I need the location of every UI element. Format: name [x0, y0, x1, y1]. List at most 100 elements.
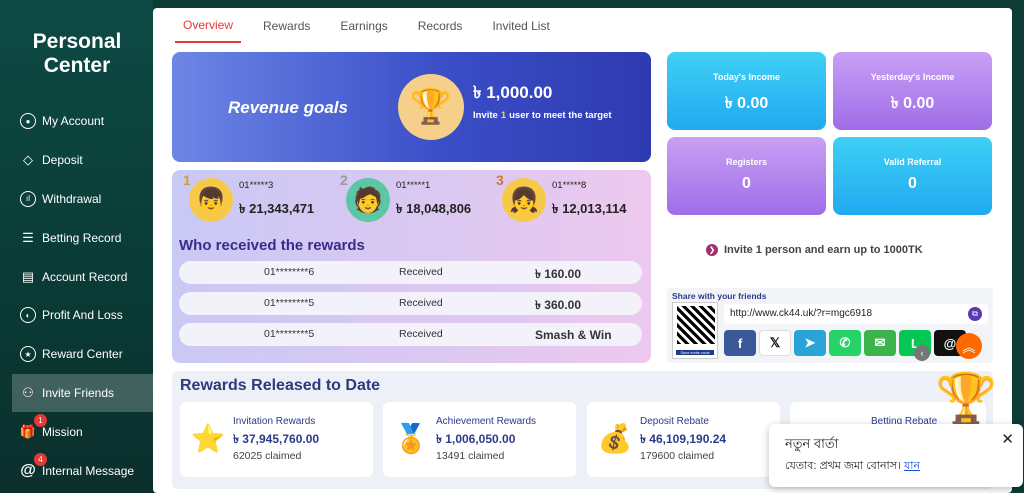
share-sms-button[interactable]: ✉: [864, 330, 896, 356]
toast-title: নতুন বার্তা: [785, 436, 839, 451]
card-value: ৳ 37,945,760.00: [233, 432, 320, 446]
copy-icon[interactable]: ⧉: [968, 307, 982, 321]
sidebar-menu: ● My Account ◇ Deposit ıl Withdrawal ☰ Betti…: [12, 102, 153, 490]
sidebar-item-label: Invite Friends: [42, 385, 115, 400]
sidebar-item-profit-loss[interactable]: ◐ Profit And Loss: [12, 296, 153, 335]
avatar: 3 👧: [496, 172, 546, 222]
stat-value: 0: [908, 175, 917, 192]
carousel-dot-icon[interactable]: ‹: [914, 345, 930, 361]
top-winner-3: 3 👧 01*****8 ৳ 12,013,114: [496, 172, 627, 222]
card-title: Achievement Rewards: [436, 416, 537, 427]
reward-amount: ৳ 360.00: [535, 298, 582, 312]
share-whatsapp-button[interactable]: ✆: [829, 330, 861, 356]
reward-phone: 01********5: [264, 297, 315, 309]
reward-status: Received: [399, 266, 443, 278]
tab-records[interactable]: Records: [410, 8, 471, 43]
share-panel: Share with your friends Save invite code…: [667, 288, 993, 363]
account-record-icon: ▤: [21, 268, 35, 284]
yesterdays-income-card: Yesterday's Income ৳ 0.00: [833, 52, 992, 130]
winner-phone: 01*****8: [552, 179, 587, 191]
reward-phone: 01********6: [264, 266, 315, 278]
sidebar-item-withdrawal[interactable]: ıl Withdrawal: [12, 180, 153, 219]
invite-note: ❯ Invite 1 person and earn up to 1000TK: [706, 244, 923, 256]
sidebar-item-label: Betting Record: [42, 230, 122, 245]
card-title: Deposit Rebate: [640, 416, 709, 427]
card-title: Invitation Rewards: [233, 416, 316, 427]
winner-phone: 01*****1: [396, 179, 431, 191]
achievement-rewards-card: 🏅 Achievement Rewards ৳ 1,006,050.00 13491 …: [383, 402, 576, 477]
revenue-label: Revenue goals: [228, 98, 348, 117]
invite-count: 1: [500, 110, 507, 121]
medal-icon: 🏅: [393, 422, 429, 454]
sidebar-item-betting-record[interactable]: ☰ Betting Record: [12, 218, 153, 257]
toast-link[interactable]: যান: [904, 460, 920, 472]
scroll-to-top-button[interactable]: ︽: [956, 333, 982, 359]
invite-prefix: Invite: [473, 110, 498, 121]
star-icon: ⭐: [190, 422, 226, 454]
gift-trophy-icon[interactable]: 🏆: [935, 370, 997, 429]
revenue-amount: ৳ 1,000.00: [473, 83, 553, 102]
deposit-icon: ◇: [23, 152, 33, 168]
close-icon[interactable]: ✕: [1001, 430, 1014, 448]
qr-code[interactable]: Save invite code: [672, 302, 718, 359]
chevron-right-icon: ❯: [706, 244, 718, 256]
winner-phone: 01*****3: [239, 179, 274, 191]
sidebar-item-label: Mission: [42, 424, 83, 439]
valid-referral-card: Valid Referral 0: [833, 137, 992, 215]
sidebar-item-internal-message[interactable]: @4 Internal Message: [12, 451, 153, 490]
stat-value: ৳ 0.00: [890, 95, 935, 112]
tab-rewards[interactable]: Rewards: [255, 8, 318, 43]
share-telegram-button[interactable]: ➤: [794, 330, 826, 356]
stat-label: Registers: [725, 157, 768, 167]
share-title: Share with your friends: [672, 291, 767, 301]
rank-label: 3: [496, 172, 504, 188]
qr-pattern: [677, 306, 715, 344]
share-facebook-button[interactable]: f: [724, 330, 756, 356]
stat-value: 0: [742, 175, 751, 192]
invite-friends-icon: ⚇: [22, 384, 34, 400]
sidebar-item-label: Deposit: [42, 153, 83, 168]
invite-url: http://www.ck44.uk/?r=mgc6918: [730, 308, 873, 319]
qr-caption: Save invite code: [676, 350, 714, 355]
avatar: 1 👦: [183, 172, 233, 222]
stat-label: Today's Income: [713, 72, 780, 82]
invitation-rewards-card: ⭐ Invitation Rewards ৳ 37,945,760.00 62025 …: [180, 402, 373, 477]
toast-body: যেতাব: প্রথম জমা বোনাস। যান: [785, 457, 920, 476]
winner-amount: ৳ 18,048,806: [396, 200, 472, 216]
share-x-button[interactable]: 𝕏: [759, 330, 791, 356]
winner-amount: ৳ 21,343,471: [239, 200, 315, 216]
double-chevron-up-icon: ︽: [962, 339, 976, 355]
stat-label: Valid Referral: [883, 157, 942, 167]
tab-overview[interactable]: Overview: [175, 8, 242, 43]
sidebar-item-reward-center[interactable]: ★ Reward Center: [12, 335, 153, 374]
rewards-box: 1 👦 01*****3 ৳ 21,343,471 2 🧑 01*****1 ৳ 18,…: [172, 170, 651, 363]
card-claimed: 13491 claimed: [436, 450, 505, 462]
sidebar-item-label: Account Record: [42, 269, 128, 284]
sidebar-item-deposit[interactable]: ◇ Deposit: [12, 141, 153, 180]
reward-status: Received: [399, 297, 443, 309]
invite-url-field[interactable]: http://www.ck44.uk/?r=mgc6918 ⧉: [724, 304, 988, 324]
invite-note-text: Invite 1 person and earn up to 1000TK: [724, 244, 923, 256]
sidebar-item-invite-friends[interactable]: ⚇ Invite Friends: [12, 373, 153, 413]
reward-center-icon: ★: [20, 346, 36, 363]
sidebar-item-my-account[interactable]: ● My Account: [12, 102, 153, 141]
sidebar-item-account-record[interactable]: ▤ Account Record: [12, 257, 153, 296]
sidebar-item-mission[interactable]: 🎁 1 Mission: [12, 412, 153, 451]
registers-card: Registers 0: [667, 137, 826, 215]
sidebar: Personal Center ● My Account ◇ Deposit ıl W…: [0, 0, 153, 493]
top-winner-2: 2 🧑 01*****1 ৳ 18,048,806: [340, 172, 472, 222]
sidebar-item-label: Withdrawal: [42, 191, 102, 206]
tab-earnings[interactable]: Earnings: [332, 8, 395, 43]
profit-loss-icon: ◐: [20, 307, 36, 324]
tab-invited-list[interactable]: Invited List: [484, 8, 557, 43]
reward-amount: Smash & Win: [535, 328, 612, 342]
reward-row: 01********5 Received Smash & Win: [179, 323, 642, 346]
revenue-goals-card: Revenue goals 🏆 ৳ 1,000.00 Invite 1 user t…: [172, 52, 651, 162]
tab-bar: Overview Rewards Earnings Records Invite…: [175, 8, 572, 44]
sidebar-item-label: Profit And Loss: [42, 308, 123, 323]
top-winner-1: 1 👦 01*****3 ৳ 21,343,471: [183, 172, 315, 222]
winner-amount: ৳ 12,013,114: [552, 200, 627, 216]
sidebar-title: Personal Center: [32, 30, 122, 77]
avatar: 2 🧑: [340, 172, 390, 222]
coins-icon: 💰: [597, 422, 633, 454]
